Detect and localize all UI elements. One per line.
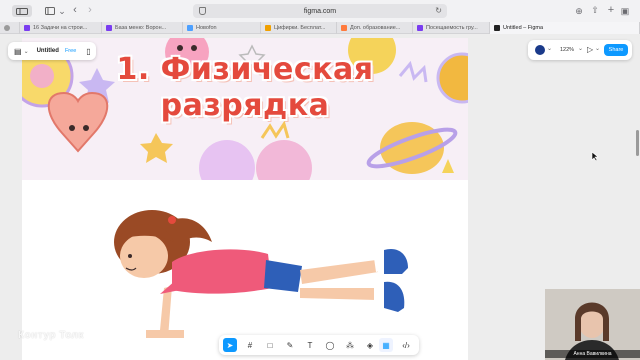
- avatar[interactable]: [535, 45, 545, 55]
- tab-5[interactable]: Доп. образование...: [337, 22, 413, 34]
- tab-label: Новоfon: [196, 25, 217, 31]
- move-tool-icon[interactable]: ➤: [223, 338, 237, 352]
- plank-girl-illustration: [114, 210, 408, 338]
- tab-favicon: [265, 25, 271, 31]
- slide-title: 1. Физическая разрядка: [22, 52, 468, 124]
- present-play-icon[interactable]: ▷: [587, 45, 593, 54]
- tab-label: Цифирки. Бесплат...: [274, 25, 326, 31]
- slide-frame[interactable]: 1. Физическая разрядка: [22, 38, 468, 360]
- tab-label: Посещаемость гру...: [426, 25, 478, 31]
- rectangle-tool-icon[interactable]: □: [263, 338, 277, 352]
- figma-menu-icon[interactable]: ▤: [14, 47, 22, 56]
- tab-label: Доп. образование...: [350, 25, 401, 31]
- chevron-down-icon[interactable]: ⌄: [595, 45, 600, 52]
- file-name[interactable]: Untitled: [37, 48, 59, 54]
- comment-tool-icon[interactable]: ◯: [323, 338, 337, 352]
- tab-figma-active[interactable]: Untitled – Figma: [490, 22, 640, 34]
- share-button-label: Share: [608, 47, 624, 53]
- sidebar-toggle-button[interactable]: [12, 5, 32, 17]
- figma-right-panel: ⌄ 122% ⌄ ▷ ⌄ Share: [528, 40, 632, 60]
- tab-favicon: [24, 25, 30, 31]
- chevron-down-icon[interactable]: ⌄: [578, 45, 583, 52]
- tab-3[interactable]: Новоfon: [183, 22, 261, 34]
- panel-toggle-icon[interactable]: ▯: [86, 47, 90, 56]
- mouse-cursor-icon: [591, 151, 599, 161]
- figma-file-panel: ▤ ⌄ Untitled Free ▯: [8, 42, 96, 60]
- zoom-level[interactable]: 122%: [560, 47, 574, 53]
- tab-1[interactable]: 16 Задачи на строи...: [20, 22, 102, 34]
- tab-favicon: [4, 25, 10, 31]
- canvas-scrollbar[interactable]: [636, 130, 639, 156]
- tab-favicon: [417, 25, 423, 31]
- browser-toolbar: ⌄ ‹ › figma.com ↻ ⊕ ⇧ + ▣: [0, 0, 640, 22]
- figma-favicon: [494, 25, 500, 31]
- watermark: Контур Толк: [18, 330, 84, 341]
- address-text: figma.com: [303, 7, 337, 15]
- pen-tool-icon[interactable]: ✎: [283, 338, 297, 352]
- chevron-down-icon[interactable]: ⌄: [58, 5, 66, 17]
- forward-button[interactable]: ›: [85, 4, 95, 16]
- text-tool-icon[interactable]: T: [303, 338, 317, 352]
- actions-tool-icon[interactable]: ◈: [363, 338, 377, 352]
- tab-label: База меню: Ворон...: [115, 25, 167, 31]
- privacy-shield-icon: [199, 7, 206, 15]
- slide-title-line2: разрядка: [160, 88, 330, 123]
- sidebar-icon: [16, 7, 28, 15]
- reload-icon[interactable]: ↻: [435, 6, 442, 15]
- tab-overview-button[interactable]: [44, 5, 56, 17]
- webcam-overlay: Анна Вавилкина: [545, 289, 640, 360]
- browser-window: ⌄ ‹ › figma.com ↻ ⊕ ⇧ + ▣ 16 Задачи на с…: [0, 0, 640, 360]
- tab-strip: 16 Задачи на строи... База меню: Ворон..…: [0, 22, 640, 34]
- tab-6[interactable]: Посещаемость гру...: [413, 22, 490, 34]
- figma-canvas[interactable]: 1. Физическая разрядка ▤ ⌄ Untitled Free…: [0, 34, 640, 360]
- tab-overview-icon: [45, 7, 55, 15]
- downloads-icon[interactable]: ⊕: [574, 5, 584, 17]
- tab-2[interactable]: База меню: Ворон...: [102, 22, 183, 34]
- back-button[interactable]: ‹: [70, 4, 80, 16]
- code-icon[interactable]: ‹/›: [399, 338, 413, 352]
- chevron-down-icon[interactable]: ⌄: [24, 48, 29, 55]
- chevron-down-icon[interactable]: ⌄: [547, 45, 552, 52]
- tab-home[interactable]: [0, 22, 20, 34]
- participant-name: Анна Вавилкина: [545, 350, 640, 358]
- tab-label: 16 Задачи на строи...: [33, 25, 88, 31]
- tab-favicon: [106, 25, 112, 31]
- figma-bottom-toolbar: ➤ # □ ✎ T ◯ ⁂ ◈ ▦ ‹/›: [219, 335, 419, 355]
- frame-tool-icon[interactable]: #: [243, 338, 257, 352]
- tab-grid-icon[interactable]: ▣: [620, 5, 630, 17]
- tab-favicon: [341, 25, 347, 31]
- share-icon[interactable]: ⇧: [590, 4, 600, 16]
- dev-mode-toggle-icon[interactable]: ▦: [379, 338, 393, 352]
- new-tab-icon[interactable]: +: [606, 4, 616, 16]
- address-bar[interactable]: figma.com ↻: [193, 4, 447, 18]
- tab-4[interactable]: Цифирки. Бесплат...: [261, 22, 337, 34]
- tab-label: Untitled – Figma: [503, 25, 544, 31]
- resources-tool-icon[interactable]: ⁂: [343, 338, 357, 352]
- tab-favicon: [187, 25, 193, 31]
- share-button[interactable]: Share: [604, 44, 628, 56]
- plan-badge: Free: [64, 48, 77, 54]
